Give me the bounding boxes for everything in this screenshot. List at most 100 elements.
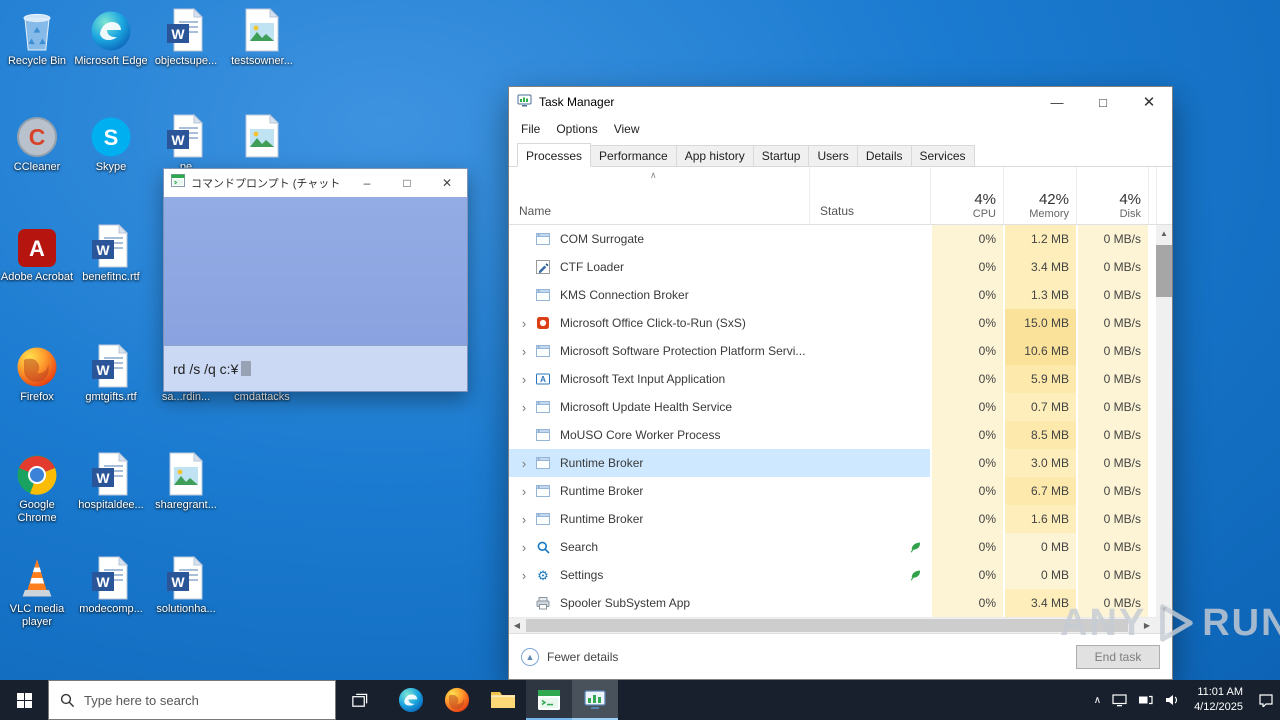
process-row-microsoft-text-input-application[interactable]: › A Microsoft Text Input Application 0% 5.9 … (509, 365, 1172, 393)
process-row-runtime-broker[interactable]: › Runtime Broker 0% 6.7 MB 0 MB/s (509, 477, 1172, 505)
desktop-icon-skype[interactable]: S Skype (74, 114, 148, 174)
tm-maximize-button[interactable]: □ (1080, 87, 1126, 117)
desktop-icon-solutionha[interactable]: Wsolutionha... (149, 556, 223, 616)
column-header-status[interactable]: Status (809, 167, 930, 224)
desktop-icon-google-chrome[interactable]: Google Chrome (0, 452, 74, 524)
process-name: Microsoft Office Click-to-Run (SxS) (560, 316, 746, 330)
end-task-button[interactable]: End task (1076, 645, 1160, 669)
process-row-mouso-core-worker-process[interactable]: MoUSO Core Worker Process 0% 8.5 MB 0 MB/s (509, 421, 1172, 449)
action-center-icon[interactable] (1258, 693, 1274, 707)
menu-file[interactable]: File (513, 122, 548, 136)
process-row-settings[interactable]: › ⚙ Settings 0% 0 MB 0 MB/s (509, 561, 1172, 589)
process-row-runtime-broker[interactable]: › Runtime Broker 0% 1.6 MB 0 MB/s (509, 505, 1172, 533)
tab-services[interactable]: Services (910, 145, 975, 167)
desktop-icon-pe[interactable]: Wpe (149, 114, 223, 174)
process-row-microsoft-software-protection-platform-servi[interactable]: › Microsoft Software Protection Platform … (509, 337, 1172, 365)
tab-details[interactable]: Details (856, 145, 912, 167)
expand-chevron-icon[interactable]: › (517, 345, 531, 358)
volume-tray-icon[interactable] (1164, 694, 1179, 706)
desktop-icon-microsoft-edge[interactable]: Microsoft Edge (74, 8, 148, 68)
command-prompt-window[interactable]: コマンドプロンプト (チャット... – □ ✕ rd /s /q c:¥ (163, 168, 468, 392)
desktop-icon-image[interactable] (225, 114, 299, 161)
taskbar-app-microsoft-edge[interactable] (388, 680, 434, 720)
menu-view[interactable]: View (606, 122, 648, 136)
desktop-icon-benefitnc-rtf[interactable]: Wbenefitnc.rtf (74, 224, 148, 284)
cmd-maximize-button[interactable]: □ (387, 169, 427, 197)
taskbar-clock[interactable]: 11:01 AM 4/12/2025 (1190, 685, 1247, 715)
expand-chevron-icon[interactable]: › (517, 541, 531, 554)
display-tray-icon[interactable] (1112, 693, 1127, 707)
scroll-left-arrow[interactable]: ◀ (509, 618, 525, 633)
menu-options[interactable]: Options (548, 122, 605, 136)
desktop-icon-ccleaner[interactable]: C CCleaner (0, 114, 74, 174)
vertical-scrollbar-thumb[interactable] (1156, 245, 1172, 297)
sort-ascending-icon: ∧ (650, 170, 657, 180)
desktop-icon-vlc-media-player[interactable]: VLC media player (0, 556, 74, 628)
horizontal-scrollbar-thumb[interactable] (526, 619, 1128, 632)
svg-text:A: A (540, 375, 546, 384)
taskbar-app-task-manager[interactable] (572, 680, 618, 720)
word-icon: W (91, 344, 131, 388)
command-input-field[interactable]: rd /s /q c:¥ (164, 345, 467, 391)
vertical-scrollbar[interactable]: ▲ ▼ (1156, 225, 1172, 617)
cmd-minimize-button[interactable]: – (347, 169, 387, 197)
start-button[interactable] (0, 680, 48, 720)
expand-chevron-icon[interactable]: › (517, 485, 531, 498)
scroll-down-arrow[interactable]: ▼ (1156, 601, 1172, 617)
task-manager-titlebar[interactable]: Task Manager — □ ✕ (509, 87, 1172, 117)
taskbar-search-box[interactable] (48, 680, 336, 720)
tab-performance[interactable]: Performance (590, 145, 677, 167)
process-row-microsoft-update-health-service[interactable]: › Microsoft Update Health Service 0% 0.7 MB… (509, 393, 1172, 421)
desktop-icon-recycle-bin[interactable]: Recycle Bin (0, 8, 74, 68)
desktop-icon-adobe-acrobat[interactable]: A Adobe Acrobat (0, 224, 74, 284)
horizontal-scrollbar[interactable]: ◀ ▶ (509, 617, 1172, 633)
desktop-background[interactable]: Recycle Bin Microsoft Edge Wobjectsupe... t… (0, 0, 1280, 680)
desktop-icon-label: Firefox (20, 391, 54, 403)
desktop-icon-gmtgifts-rtf[interactable]: Wgmtgifts.rtf (74, 344, 148, 404)
command-prompt-titlebar[interactable]: コマンドプロンプト (チャット... – □ ✕ (164, 169, 467, 197)
tab-app-history[interactable]: App history (675, 145, 754, 167)
column-header-cpu[interactable]: 4% CPU (930, 167, 1003, 224)
tab-users[interactable]: Users (808, 145, 858, 167)
process-row-microsoft-office-click-to-run-sxs[interactable]: › Microsoft Office Click-to-Run (SxS) 0% 15… (509, 309, 1172, 337)
desktop-icon-objectsupe[interactable]: Wobjectsupe... (149, 8, 223, 68)
process-row-ctf-loader[interactable]: CTF Loader 0% 3.4 MB 0 MB/s (509, 253, 1172, 281)
expand-chevron-icon[interactable]: › (517, 373, 531, 386)
scroll-right-arrow[interactable]: ▶ (1139, 618, 1155, 633)
column-header-disk[interactable]: 4% Disk (1076, 167, 1148, 224)
expand-chevron-icon[interactable]: › (517, 401, 531, 414)
process-name: COM Surrogate (560, 232, 645, 246)
desktop-icon-sharegrant[interactable]: sharegrant... (149, 452, 223, 512)
desktop-icon-modecomp[interactable]: Wmodecomp... (74, 556, 148, 616)
column-header-memory[interactable]: 42% Memory (1003, 167, 1076, 224)
fewer-details-toggle[interactable]: ▲ Fewer details (521, 647, 618, 666)
process-row-com-surrogate[interactable]: COM Surrogate 0% 1.2 MB 0 MB/s (509, 225, 1172, 253)
tm-close-button[interactable]: ✕ (1126, 87, 1172, 117)
process-row-kms-connection-broker[interactable]: KMS Connection Broker 0% 1.3 MB 0 MB/s (509, 281, 1172, 309)
tab-startup[interactable]: Startup (752, 145, 810, 167)
expand-chevron-icon[interactable]: › (517, 513, 531, 526)
process-name: KMS Connection Broker (560, 288, 689, 302)
hidden-icons-chevron[interactable]: ∧ (1094, 695, 1101, 706)
generic-process-icon (535, 343, 551, 359)
expand-chevron-icon[interactable]: › (517, 457, 531, 470)
task-view-button[interactable] (336, 680, 382, 720)
tab-processes[interactable]: Processes (517, 143, 592, 167)
desktop-icon-firefox[interactable]: Firefox (0, 344, 74, 404)
search-input[interactable] (84, 692, 304, 708)
column-header-name[interactable]: Name (509, 167, 809, 224)
taskbar-app-command-prompt[interactable] (526, 680, 572, 720)
expand-chevron-icon[interactable]: › (517, 569, 531, 582)
process-row-search[interactable]: › Search 0% 0 MB 0 MB/s (509, 533, 1172, 561)
scroll-up-arrow[interactable]: ▲ (1156, 225, 1172, 241)
network-tray-icon[interactable] (1138, 694, 1153, 706)
desktop-icon-hospitaldee[interactable]: Whospitaldee... (74, 452, 148, 512)
tm-minimize-button[interactable]: — (1034, 87, 1080, 117)
cmd-close-button[interactable]: ✕ (427, 169, 467, 197)
taskbar-app-firefox[interactable] (434, 680, 480, 720)
taskbar-app-file-explorer[interactable] (480, 680, 526, 720)
process-row-runtime-broker[interactable]: › Runtime Broker 0% 3.0 MB 0 MB/s (509, 449, 1172, 477)
expand-chevron-icon[interactable]: › (517, 317, 531, 330)
process-row-spooler-subsystem-app[interactable]: Spooler SubSystem App 0% 3.4 MB 0 MB/s (509, 589, 1172, 617)
desktop-icon-testsowner[interactable]: testsowner... (225, 8, 299, 68)
